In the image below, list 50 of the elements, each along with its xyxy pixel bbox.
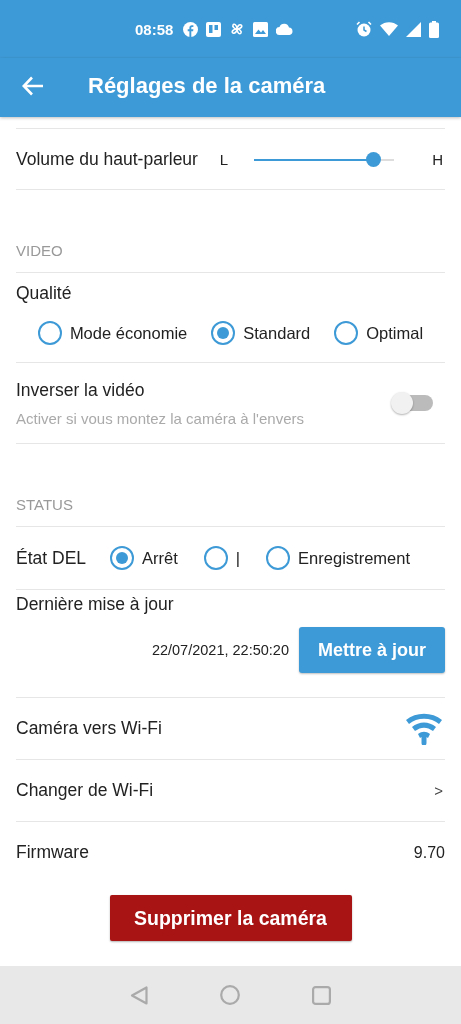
back-nav-button[interactable]	[130, 985, 148, 1005]
radio-label[interactable]: Optimal	[366, 323, 424, 343]
setting-label: Caméra vers Wi-Fi	[16, 718, 162, 739]
radio-button[interactable]	[110, 546, 135, 570]
radio-button[interactable]	[203, 546, 228, 570]
home-circle-icon	[220, 985, 240, 1005]
back-triangle-icon	[130, 985, 148, 1005]
slider-min-label: L	[219, 150, 229, 168]
radio-button[interactable]	[37, 321, 62, 345]
slider-thumb[interactable]	[365, 151, 381, 167]
home-nav-button[interactable]	[220, 985, 240, 1005]
radio-button[interactable]	[266, 546, 291, 570]
setting-label: Inverser la vidéo	[16, 379, 146, 401]
radio-button[interactable]	[334, 321, 359, 345]
radio-label[interactable]: Standard	[243, 323, 311, 343]
setting-label: Qualité	[16, 283, 73, 304]
status-time: 08:58	[135, 20, 174, 38]
setting-label: État DEL	[16, 547, 87, 569]
setting-label: Changer de Wi-Fi	[16, 780, 154, 801]
wifi-icon	[405, 712, 443, 745]
delete-camera-button[interactable]: Supprimer la caméra	[109, 895, 352, 941]
settings-link-row[interactable]: Changer de Wi-Fi >	[16, 760, 445, 822]
setting-label: Volume du haut-parleur	[16, 148, 198, 170]
board-icon	[206, 21, 222, 37]
radio-button[interactable]	[211, 321, 236, 345]
update-timestamp: 22/07/2021, 22:50:20	[151, 642, 289, 658]
section-header: STATUS	[16, 496, 73, 513]
setting-value: 9.70	[413, 843, 445, 862]
recents-nav-button[interactable]	[312, 985, 331, 1005]
chevron-text: >	[434, 782, 443, 799]
back-button[interactable]	[22, 75, 44, 96]
cell-signal-icon	[406, 21, 421, 37]
alarm-icon	[356, 21, 372, 37]
screen-title: Réglages de la caméra	[88, 72, 326, 99]
back-arrow-icon	[22, 75, 44, 96]
radio-label[interactable]: Arrêt	[142, 548, 178, 568]
radio-label[interactable]: |	[235, 548, 241, 568]
wifi-signal-icon	[380, 22, 398, 36]
battery-icon	[429, 20, 439, 38]
setting-hint: Activer si vous montez la caméra à l'envers	[16, 409, 304, 427]
section-header: VIDEO	[16, 242, 63, 259]
setting-label: Dernière mise à jour	[16, 594, 175, 615]
facebook-icon	[183, 21, 199, 37]
radio-label[interactable]: Mode économie	[69, 323, 188, 343]
image-icon	[253, 21, 269, 37]
setting-label: Firmware	[16, 842, 89, 863]
recents-square-icon	[312, 985, 331, 1005]
radio-label[interactable]: Enregistrement	[298, 548, 410, 568]
cloud-icon	[276, 23, 294, 35]
slider-max-label: H	[432, 150, 443, 168]
